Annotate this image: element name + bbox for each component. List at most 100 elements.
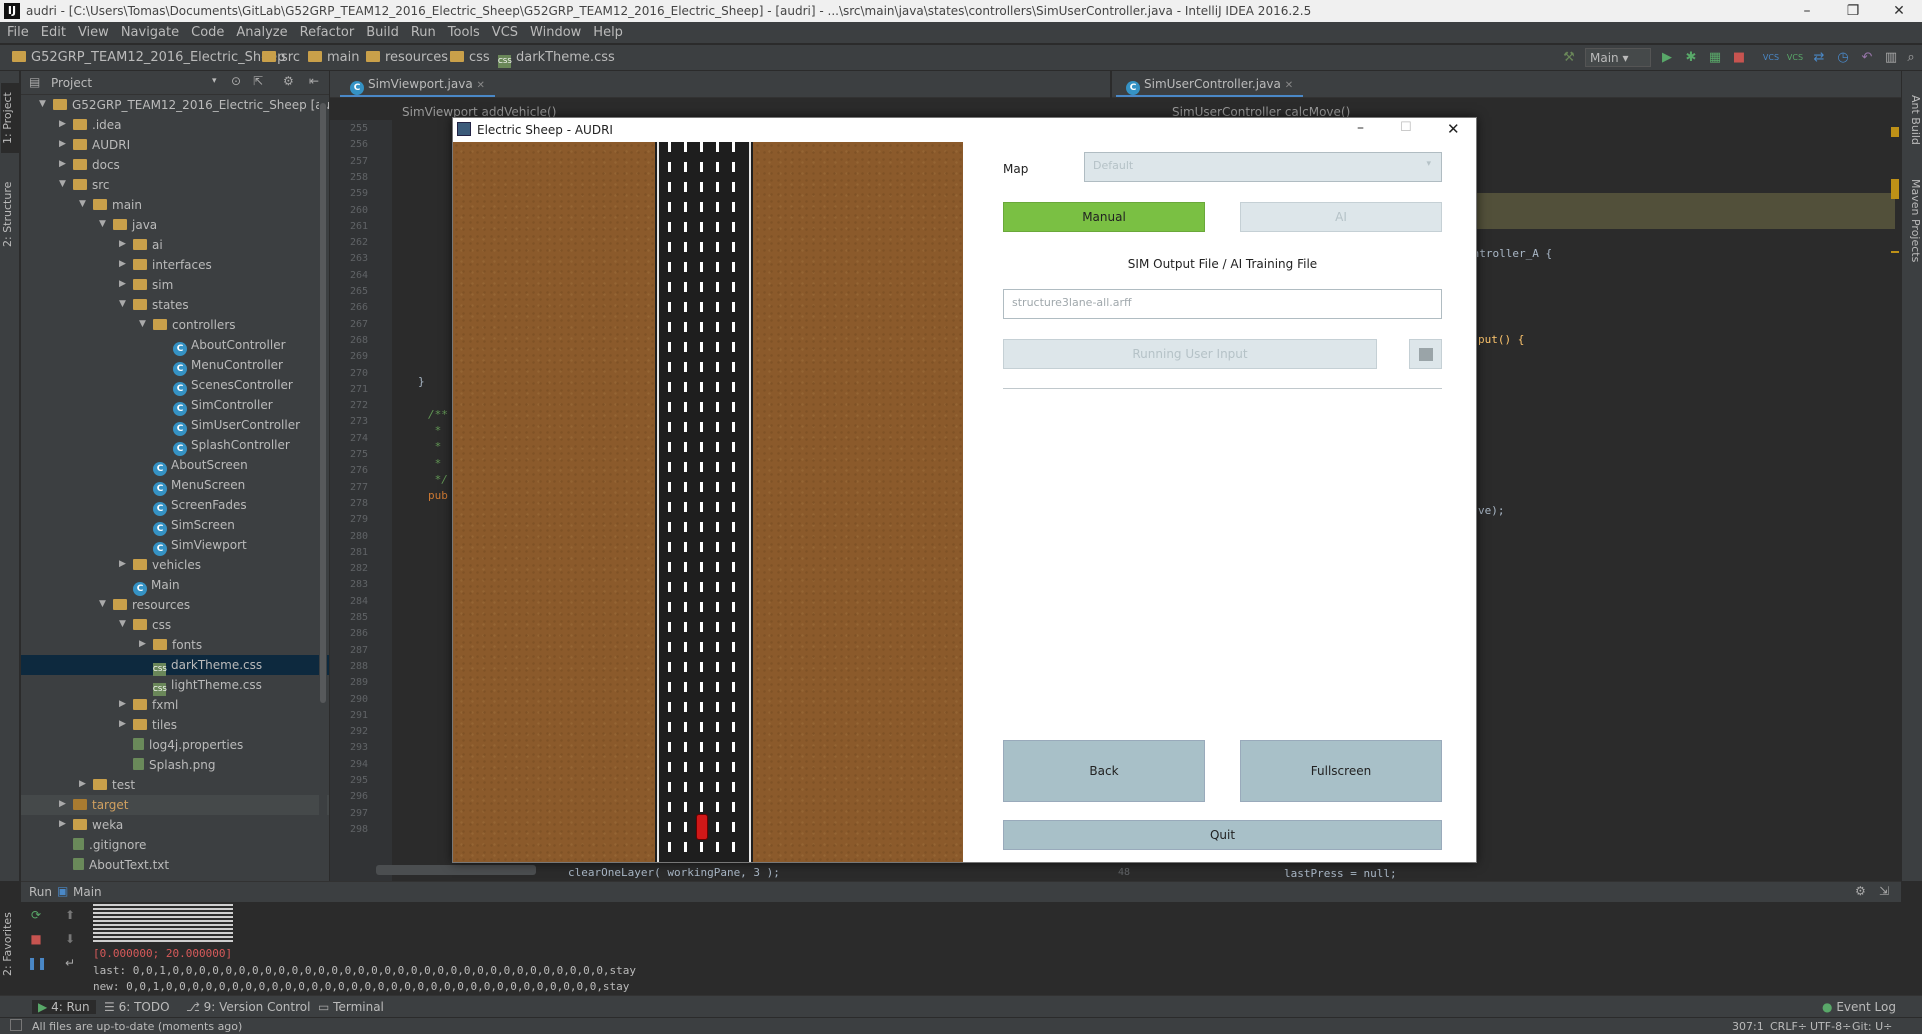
menu-tools[interactable]: Tools — [441, 22, 485, 40]
expand-arrow-icon[interactable]: ▼ — [139, 319, 149, 329]
tool-tab-todo[interactable]: ☰ 6: TODO — [104, 1000, 170, 1014]
tool-tab-structure[interactable]: 2: Structure — [1, 171, 19, 257]
vcs-commit-icon[interactable]: VCS — [1786, 49, 1804, 67]
expand-arrow-icon[interactable]: ▼ — [119, 619, 129, 629]
tree-item[interactable]: ▼ src — [21, 175, 329, 195]
menu-navigate[interactable]: Navigate — [114, 22, 184, 40]
run-config-select[interactable]: Main ▾ — [1585, 48, 1651, 67]
sync-icon[interactable]: ⊙ — [231, 74, 241, 88]
structure-icon[interactable]: ▥ — [1882, 49, 1900, 67]
gear-icon[interactable]: ⚙ — [1855, 884, 1866, 898]
menu-vcs[interactable]: VCS — [485, 22, 523, 40]
tool-tab-terminal[interactable]: ▭ Terminal — [318, 1000, 384, 1014]
ai-button[interactable]: AI — [1240, 202, 1442, 232]
tree-item[interactable]: ▼ css — [21, 615, 329, 635]
collapse-arrow-icon[interactable]: ▶ — [59, 119, 69, 129]
expand-arrow-icon[interactable]: ▼ — [59, 179, 69, 189]
vcs-update-icon[interactable]: VCS — [1762, 49, 1780, 67]
tree-item[interactable]: ▶ interfaces — [21, 255, 329, 275]
run-icon[interactable]: ▶ — [1658, 49, 1676, 67]
vcs-history-icon[interactable]: ◷ — [1834, 49, 1852, 67]
tool-tab-run[interactable]: ▶ 4: Run — [32, 1000, 96, 1014]
error-stripe-marker[interactable] — [1891, 127, 1899, 137]
menu-view[interactable]: View — [71, 22, 114, 40]
fullscreen-button[interactable]: Fullscreen — [1240, 740, 1442, 802]
tree-item[interactable]: ▶ .idea — [21, 115, 329, 135]
collapse-arrow-icon[interactable]: ▶ — [119, 239, 129, 249]
breadcrumb-main[interactable]: main — [308, 50, 359, 65]
debug-icon[interactable]: ✱ — [1682, 49, 1700, 67]
tree-item[interactable]: ▼ G52GRP_TEAM12_2016_Electric_Sheep [audr… — [21, 95, 329, 115]
tree-item[interactable]: ▼ controllers — [21, 315, 329, 335]
tree-item[interactable]: ▼ java — [21, 215, 329, 235]
menu-run[interactable]: Run — [404, 22, 441, 40]
close-icon[interactable]: ✕ — [1876, 0, 1922, 22]
error-stripe-marker[interactable] — [1891, 251, 1899, 253]
tool-tab-maven-projects[interactable]: Maven Projects — [1904, 171, 1922, 271]
line-separator[interactable]: CRLF÷ — [1770, 1020, 1807, 1033]
close-tab-icon[interactable]: ✕ — [477, 80, 485, 91]
stop-icon[interactable]: ■ — [27, 930, 45, 948]
tree-item[interactable]: Splash.png — [21, 755, 329, 775]
tree-item[interactable]: C SimUserController — [21, 415, 329, 436]
tree-item[interactable]: C AboutScreen — [21, 455, 329, 476]
collapse-arrow-icon[interactable]: ▶ — [119, 279, 129, 289]
tree-item[interactable]: CSS lightTheme.css — [21, 675, 329, 696]
menu-build[interactable]: Build — [359, 22, 404, 40]
collapse-arrow-icon[interactable]: ▶ — [119, 259, 129, 269]
tree-item[interactable]: ▶ AUDRI — [21, 135, 329, 155]
collapse-arrow-icon[interactable]: ▶ — [59, 819, 69, 829]
run-config-name[interactable]: Main — [73, 885, 102, 899]
close-tab-icon[interactable]: ✕ — [1285, 80, 1293, 91]
tree-item[interactable]: C SimController — [21, 395, 329, 416]
expand-arrow-icon[interactable]: ▼ — [39, 99, 49, 109]
map-select[interactable]: Default ▾ — [1084, 152, 1442, 182]
tool-tab-version-control[interactable]: ⎇ 9: Version Control — [186, 1000, 310, 1014]
tree-scrollbar-thumb[interactable] — [320, 103, 326, 703]
tree-item[interactable]: C SplashController — [21, 435, 329, 456]
menu-help[interactable]: Help — [586, 22, 628, 40]
tree-item[interactable]: ▶ tiles — [21, 715, 329, 735]
back-button[interactable]: Back — [1003, 740, 1205, 802]
collapse-all-icon[interactable]: ⇱ — [253, 74, 263, 88]
menu-edit[interactable]: Edit — [34, 22, 71, 40]
manual-button[interactable]: Manual — [1003, 202, 1205, 232]
expand-arrow-icon[interactable]: ▼ — [99, 599, 109, 609]
tree-item[interactable]: C SimViewport — [21, 535, 329, 556]
tool-tab-ant-build[interactable]: Ant Build — [1904, 85, 1922, 155]
breadcrumb-resources[interactable]: resources — [366, 50, 448, 65]
tree-item[interactable]: ▶ fxml — [21, 695, 329, 715]
scroll-down-icon[interactable]: ⬇ — [61, 930, 79, 948]
gear-icon[interactable]: ⚙ — [283, 74, 294, 88]
caret-position[interactable]: 307:1 — [1732, 1020, 1764, 1033]
tool-tab-favorites[interactable]: 2: Favorites — [1, 909, 19, 979]
collapse-arrow-icon[interactable]: ▶ — [59, 799, 69, 809]
tree-item[interactable]: AboutText.txt — [21, 855, 329, 875]
soft-wrap-icon[interactable]: ↵ — [61, 954, 79, 972]
quit-button[interactable]: Quit — [1003, 820, 1442, 850]
build-hammer-icon[interactable]: ⚒ — [1560, 49, 1578, 67]
tab-simusercontroller-java[interactable]: C SimUserController.java ✕ — [1116, 71, 1304, 97]
app-minimize-icon[interactable]: – — [1357, 120, 1364, 136]
minimize-icon[interactable]: – — [1784, 0, 1830, 22]
tree-item[interactable]: .gitignore — [21, 835, 329, 855]
stop-icon[interactable]: ■ — [1730, 49, 1748, 67]
revert-icon[interactable]: ↶ — [1858, 49, 1876, 67]
tree-item[interactable]: ▼ states — [21, 295, 329, 315]
breadcrumb-src[interactable]: src — [262, 50, 300, 65]
menu-analyze[interactable]: Analyze — [229, 22, 292, 40]
file-encoding[interactable]: UTF-8÷ — [1810, 1020, 1851, 1033]
event-log-button[interactable]: ● Event Log — [1822, 1000, 1896, 1014]
toggle-tool-windows-icon[interactable] — [10, 1019, 22, 1031]
collapse-arrow-icon[interactable]: ▶ — [119, 559, 129, 569]
simulation-viewport[interactable] — [453, 142, 963, 862]
menu-file[interactable]: File — [0, 22, 34, 40]
menu-code[interactable]: Code — [184, 22, 229, 40]
search-everywhere-icon[interactable]: ⌕ — [1902, 49, 1920, 67]
tree-item[interactable]: C MenuController — [21, 355, 329, 376]
app-close-icon[interactable]: ✕ — [1447, 120, 1460, 138]
menu-window[interactable]: Window — [523, 22, 586, 40]
chevron-down-icon[interactable]: ▾ — [212, 76, 217, 86]
tree-item[interactable]: ▼ resources — [21, 595, 329, 615]
collapse-arrow-icon[interactable]: ▶ — [59, 139, 69, 149]
